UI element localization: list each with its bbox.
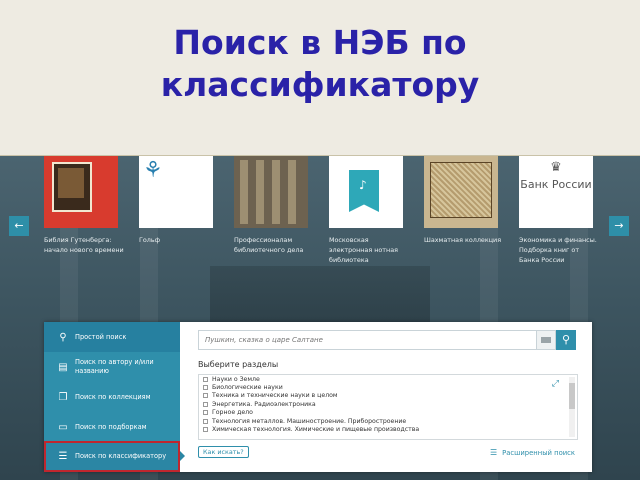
search-icon: ⚲ <box>561 333 571 346</box>
music-note-icon: ♪ <box>359 178 367 192</box>
sidebar-item-label: Простой поиск <box>75 332 127 341</box>
checkbox[interactable] <box>203 376 208 382</box>
collection-label[interactable]: Профессионалам библиотечного дела <box>234 235 314 255</box>
section-label: Технология металлов. Машиностроение. При… <box>212 417 407 425</box>
collections-carousel: ← → Библия Гутенберга: начало нового вре… <box>0 156 640 326</box>
slide-title-line1: Поиск в НЭБ по <box>173 23 467 62</box>
checkbox[interactable] <box>203 418 208 424</box>
list-icon: ☰ <box>58 451 68 462</box>
collection-cover[interactable]: ♛ Банк России <box>519 156 593 228</box>
sidebar-item-selection-search[interactable]: ▭ Поиск по подборкам <box>44 412 180 442</box>
eagle-emblem-icon: ♛ <box>550 160 562 175</box>
advanced-search-label: Расширенный поиск <box>502 448 575 457</box>
sidebar-item-label: Поиск по подборкам <box>75 422 147 431</box>
slide-title-line2: классификатору <box>160 65 480 104</box>
collection-icon: ❐ <box>58 391 68 403</box>
collection-cover[interactable] <box>44 156 118 228</box>
search-input[interactable] <box>198 330 538 350</box>
collection-label[interactable]: Гольф <box>139 235 219 245</box>
sections-list[interactable]: Науки о Земле Биологические науки Техник… <box>198 374 578 440</box>
expand-icon[interactable]: ⤢ <box>552 379 559 389</box>
sections-title: Выберите разделы <box>198 360 279 369</box>
search-panel: ⚲ Простой поиск ▤ Поиск по автору и/или … <box>44 322 592 472</box>
collection-label[interactable]: Библия Гутенберга: начало нового времени <box>44 235 124 255</box>
list-item[interactable]: Технология металлов. Машиностроение. При… <box>199 417 577 425</box>
sidebar-item-classifier-search[interactable]: ☰ Поиск по классификатору <box>44 441 185 472</box>
collection-label[interactable]: Шахматная коллекция <box>424 235 504 245</box>
filter-icon: ☰ <box>490 448 498 457</box>
list-item[interactable]: Техника и технические науки в целом <box>199 392 577 400</box>
author-icon: ▤ <box>58 361 68 373</box>
sidebar-item-label: Поиск по автору и/или названию <box>75 358 154 375</box>
list-item[interactable]: Горное дело <box>199 409 577 417</box>
arrow-left-icon[interactable]: ← <box>9 216 29 236</box>
arrow-right-icon[interactable]: → <box>609 216 629 236</box>
active-caret-icon <box>180 451 185 461</box>
collection-cover[interactable]: ⚘ <box>139 156 213 228</box>
sidebar-item-author-search[interactable]: ▤ Поиск по автору и/или названию <box>44 352 180 382</box>
section-label: Горное дело <box>212 409 253 417</box>
section-label: Науки о Земле <box>212 375 260 383</box>
slide-title: Поиск в НЭБ по классификатору <box>0 22 640 106</box>
keyboard-icon[interactable] <box>536 330 556 350</box>
search-button[interactable]: ⚲ <box>556 330 576 350</box>
list-item[interactable]: Науки о Земле <box>199 375 577 383</box>
how-to-search-button[interactable]: Как искать? <box>198 446 249 458</box>
section-label: Техника и технические науки в целом <box>212 392 338 400</box>
list-item[interactable]: Биологические науки <box>199 383 577 391</box>
checkbox[interactable] <box>203 393 208 399</box>
collection-cover[interactable]: ♪ <box>329 156 403 228</box>
section-label: Химическая технология. Химические и пище… <box>212 426 420 434</box>
sidebar-item-label: Поиск по коллекциям <box>75 392 151 401</box>
scrollbar[interactable] <box>569 377 575 437</box>
website-screenshot: ← → Библия Гутенберга: начало нового вре… <box>0 156 640 480</box>
cover-text: Банк России <box>520 178 592 191</box>
sidebar-item-collection-search[interactable]: ❐ Поиск по коллекциям <box>44 382 180 412</box>
collection-cover[interactable] <box>424 156 498 228</box>
checkbox[interactable] <box>203 401 208 407</box>
collection-label[interactable]: Московская электронная нотная библиотека <box>329 235 409 265</box>
section-label: Энергетика. Радиоэлектроника <box>212 400 316 408</box>
list-item[interactable]: Энергетика. Радиоэлектроника <box>199 400 577 408</box>
selection-icon: ▭ <box>58 421 68 433</box>
scrollbar-thumb[interactable] <box>569 383 575 409</box>
search-icon: ⚲ <box>59 331 67 343</box>
search-main: ⚲ Выберите разделы Науки о Земле Биологи… <box>194 322 584 472</box>
sidebar-item-label: Поиск по классификатору <box>75 452 167 460</box>
sidebar-item-simple-search[interactable]: ⚲ Простой поиск <box>44 322 180 352</box>
advanced-search-link[interactable]: ☰ Расширенный поиск <box>490 448 575 457</box>
list-item[interactable]: Химическая технология. Химические и пище… <box>199 425 577 433</box>
collection-label[interactable]: Экономика и финансы. Подборка книг от Ба… <box>519 235 599 265</box>
section-label: Биологические науки <box>212 384 283 392</box>
checkbox[interactable] <box>203 427 208 433</box>
search-mode-sidebar: ⚲ Простой поиск ▤ Поиск по автору и/или … <box>44 322 185 472</box>
collection-cover[interactable] <box>234 156 308 228</box>
checkbox[interactable] <box>203 410 208 416</box>
checkbox[interactable] <box>203 385 208 391</box>
